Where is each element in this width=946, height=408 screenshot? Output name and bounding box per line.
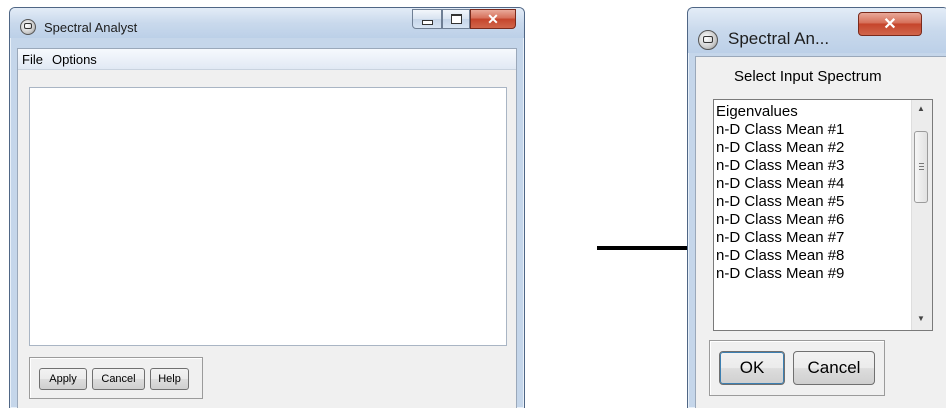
window-client-area: File Options Apply Cancel Help bbox=[17, 48, 517, 408]
cancel-button[interactable]: Cancel bbox=[92, 368, 145, 390]
menu-bar: File Options bbox=[18, 49, 516, 70]
list-item[interactable]: n-D Class Mean #8 bbox=[716, 247, 844, 265]
maximize-button[interactable] bbox=[442, 9, 470, 29]
apply-button[interactable]: Apply bbox=[39, 368, 87, 390]
close-icon: ✕ bbox=[883, 16, 897, 33]
window-title: Spectral An... bbox=[728, 29, 830, 48]
list-item[interactable]: n-D Class Mean #4 bbox=[716, 175, 844, 193]
list-item[interactable]: Eigenvalues bbox=[716, 103, 798, 121]
list-item[interactable]: n-D Class Mean #6 bbox=[716, 211, 844, 229]
maximize-icon bbox=[450, 14, 462, 24]
minimize-icon bbox=[421, 19, 433, 25]
output-text-area[interactable] bbox=[29, 87, 507, 346]
menu-options[interactable]: Options bbox=[52, 52, 97, 67]
close-button[interactable]: ✕ bbox=[470, 9, 516, 29]
button-group: OK Cancel bbox=[709, 340, 885, 396]
scroll-up-icon[interactable]: ▲ bbox=[917, 104, 925, 113]
window-client-area: Select Input Spectrum Eigenvalues n-D Cl… bbox=[695, 56, 946, 408]
menu-file[interactable]: File bbox=[22, 52, 43, 67]
title-bar[interactable]: Spectral An... ✕ bbox=[688, 8, 946, 53]
list-item[interactable]: n-D Class Mean #3 bbox=[716, 157, 844, 175]
scroll-thumb[interactable] bbox=[914, 131, 928, 203]
list-item[interactable]: n-D Class Mean #5 bbox=[716, 193, 844, 211]
spectrum-select-window: Spectral An... ✕ Select Input Spectrum E… bbox=[687, 7, 946, 408]
title-bar[interactable]: Spectral Analyst ✕ bbox=[10, 8, 524, 38]
minimize-button[interactable] bbox=[412, 9, 442, 29]
button-group: Apply Cancel Help bbox=[29, 357, 203, 399]
list-item[interactable]: n-D Class Mean #2 bbox=[716, 139, 844, 157]
app-icon bbox=[20, 19, 36, 35]
list-item[interactable]: n-D Class Mean #9 bbox=[716, 265, 844, 283]
cancel-button[interactable]: Cancel bbox=[793, 351, 875, 385]
app-icon bbox=[698, 30, 718, 50]
close-icon: ✕ bbox=[487, 10, 499, 27]
close-button[interactable]: ✕ bbox=[858, 12, 922, 36]
list-item[interactable]: n-D Class Mean #1 bbox=[716, 121, 844, 139]
spectrum-listbox[interactable]: Eigenvalues n-D Class Mean #1 n-D Class … bbox=[713, 99, 933, 331]
scroll-down-icon[interactable]: ▼ bbox=[917, 314, 925, 323]
list-item[interactable]: n-D Class Mean #7 bbox=[716, 229, 844, 247]
help-button[interactable]: Help bbox=[150, 368, 189, 390]
ok-button[interactable]: OK bbox=[719, 351, 785, 385]
select-input-label: Select Input Spectrum bbox=[734, 68, 882, 85]
spectral-analyst-window: Spectral Analyst ✕ File Options Apply Ca… bbox=[9, 7, 525, 408]
window-title: Spectral Analyst bbox=[44, 20, 138, 35]
vertical-scrollbar[interactable]: ▲ ▼ bbox=[911, 100, 932, 330]
